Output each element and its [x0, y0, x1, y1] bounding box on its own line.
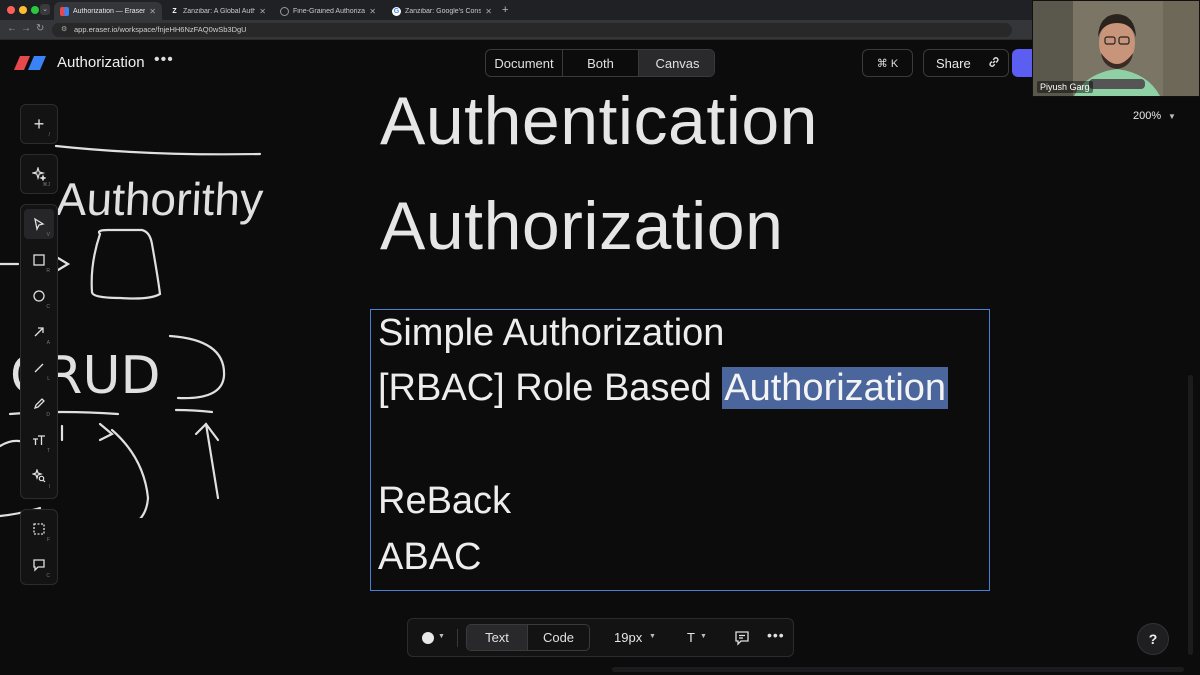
comment-tool-button[interactable]: C: [24, 550, 54, 580]
add-button[interactable]: + /: [24, 109, 54, 139]
plus-icon[interactable]: +: [502, 4, 508, 16]
browser-tab[interactable]: Authorization — Eraser ✕: [54, 2, 162, 20]
text-format-toolbar: ▼ Text Code 19px ▼ T ▼ •••: [407, 618, 794, 657]
url-text: app.eraser.io/workspace/fnjeHH6NzFAQ0wSb…: [74, 25, 247, 34]
canvas[interactable]: Authorithy CRUD Authentication Authoriza…: [0, 83, 1200, 675]
divider: [457, 629, 458, 647]
zanzibar-z-icon: Z: [172, 7, 177, 15]
text-tool-button[interactable]: T: [24, 425, 54, 455]
text-code-toggle: Text Code: [466, 624, 590, 651]
eraser-logo-icon[interactable]: [14, 56, 46, 70]
window-minimize-button[interactable]: [19, 6, 27, 14]
text-line: Simple Authorization: [378, 312, 725, 354]
toolbar-group-misc: F C: [20, 509, 58, 585]
window-maximize-button[interactable]: [31, 6, 39, 14]
view-canvas-button[interactable]: Canvas: [639, 50, 714, 76]
tab-list-icon[interactable]: ⌄: [40, 4, 50, 15]
more-icon[interactable]: •••: [767, 627, 785, 643]
more-icon[interactable]: •••: [154, 51, 174, 69]
code-mode-button[interactable]: Code: [528, 625, 589, 650]
webcam-overlay: Piyush Garg: [1032, 0, 1200, 97]
line-tool-button[interactable]: L: [24, 353, 54, 383]
close-icon[interactable]: ✕: [485, 7, 492, 16]
text-line: [RBAC] Role Based Authorization: [378, 367, 949, 410]
app-header: Authorization ••• Document Both Canvas ⌘…: [0, 40, 1200, 88]
toolbar-group-ai: ⌘J: [20, 154, 58, 194]
ai-sparkle-button[interactable]: ⌘J: [24, 159, 54, 189]
circle-tool-button[interactable]: C: [24, 281, 54, 311]
view-mode-toggle: Document Both Canvas: [485, 49, 715, 77]
shapes-search-icon: [32, 469, 46, 483]
sparkle-icon: [32, 167, 46, 181]
toolbar-group-add: + /: [20, 104, 58, 144]
rectangle-icon: [33, 254, 45, 266]
text-line: ABAC: [378, 536, 482, 578]
view-document-button[interactable]: Document: [486, 50, 563, 76]
forward-arrow-icon[interactable]: →: [21, 23, 31, 34]
shapes-search-button[interactable]: I: [24, 461, 54, 491]
rectangle-tool-button[interactable]: R: [24, 245, 54, 275]
link-icon[interactable]: [987, 55, 1001, 69]
browser-tab-strip: ⌄ Authorization — Eraser ✕ Z Zanzibar: A…: [0, 0, 1200, 20]
heading-authentication[interactable]: Authentication: [380, 82, 818, 160]
circle-icon: [33, 290, 45, 302]
pen-tool-button[interactable]: D: [24, 389, 54, 419]
horizontal-scrollbar[interactable]: [612, 667, 1184, 672]
browser-address-bar: ← → ↻ ⚙ app.eraser.io/workspace/fnjeHH6N…: [0, 20, 1200, 40]
close-icon[interactable]: ✕: [149, 7, 156, 16]
help-button[interactable]: ?: [1137, 623, 1169, 655]
comment-icon[interactable]: [734, 630, 750, 646]
frame-tool-button[interactable]: F: [24, 514, 54, 544]
chevron-down-icon[interactable]: ▼: [438, 633, 445, 640]
browser-tab[interactable]: Z Zanzibar: A Global Authorizati ✕: [164, 2, 272, 20]
toolbar-group-drawing: V R C A L D T I: [20, 204, 58, 499]
browser-tab[interactable]: G Zanzibar: Google's Consisten ✕: [386, 2, 498, 20]
chevron-down-icon[interactable]: ▼: [700, 633, 707, 640]
text-selection: Authorization: [722, 367, 949, 409]
share-label: Share: [936, 55, 971, 71]
window-close-button[interactable]: [7, 6, 15, 14]
arrow-tool-button[interactable]: A: [24, 317, 54, 347]
line-icon: [34, 363, 44, 373]
text-color-button[interactable]: [422, 632, 434, 644]
selected-text-box[interactable]: Simple Authorization [RBAC] Role Based A…: [370, 309, 990, 591]
document-title[interactable]: Authorization: [57, 54, 145, 71]
back-arrow-icon[interactable]: ←: [7, 23, 17, 34]
text-size-icon: [33, 435, 45, 445]
close-icon[interactable]: ✕: [259, 7, 266, 16]
view-both-button[interactable]: Both: [563, 50, 639, 76]
close-icon[interactable]: ✕: [369, 7, 376, 16]
site-info-icon[interactable]: ⚙: [61, 25, 67, 33]
font-size-select[interactable]: 19px: [614, 630, 642, 645]
arrow-icon: [34, 327, 44, 337]
text-style-select[interactable]: T: [687, 630, 695, 645]
text-mode-button[interactable]: Text: [467, 625, 528, 650]
vertical-scrollbar[interactable]: [1188, 375, 1193, 655]
chevron-down-icon[interactable]: ▼: [649, 633, 656, 640]
text-line-start: [RBAC] Role Based: [378, 367, 723, 409]
reload-icon[interactable]: ↻: [36, 23, 44, 34]
text-line: ReBack: [378, 480, 512, 522]
google-g-icon: G: [392, 6, 401, 16]
globe-icon: [280, 6, 289, 16]
comment-icon: [33, 559, 45, 572]
command-palette-button[interactable]: ⌘ K: [862, 49, 913, 77]
frame-icon: [33, 523, 45, 535]
pen-icon: [33, 398, 45, 410]
select-tool-button[interactable]: V: [24, 209, 54, 239]
browser-tab[interactable]: Fine-Grained Authorization | ✕: [274, 2, 382, 20]
heading-authorization[interactable]: Authorization: [380, 187, 783, 265]
cursor-icon: [34, 217, 45, 231]
eraser-logo-icon: [60, 6, 69, 16]
